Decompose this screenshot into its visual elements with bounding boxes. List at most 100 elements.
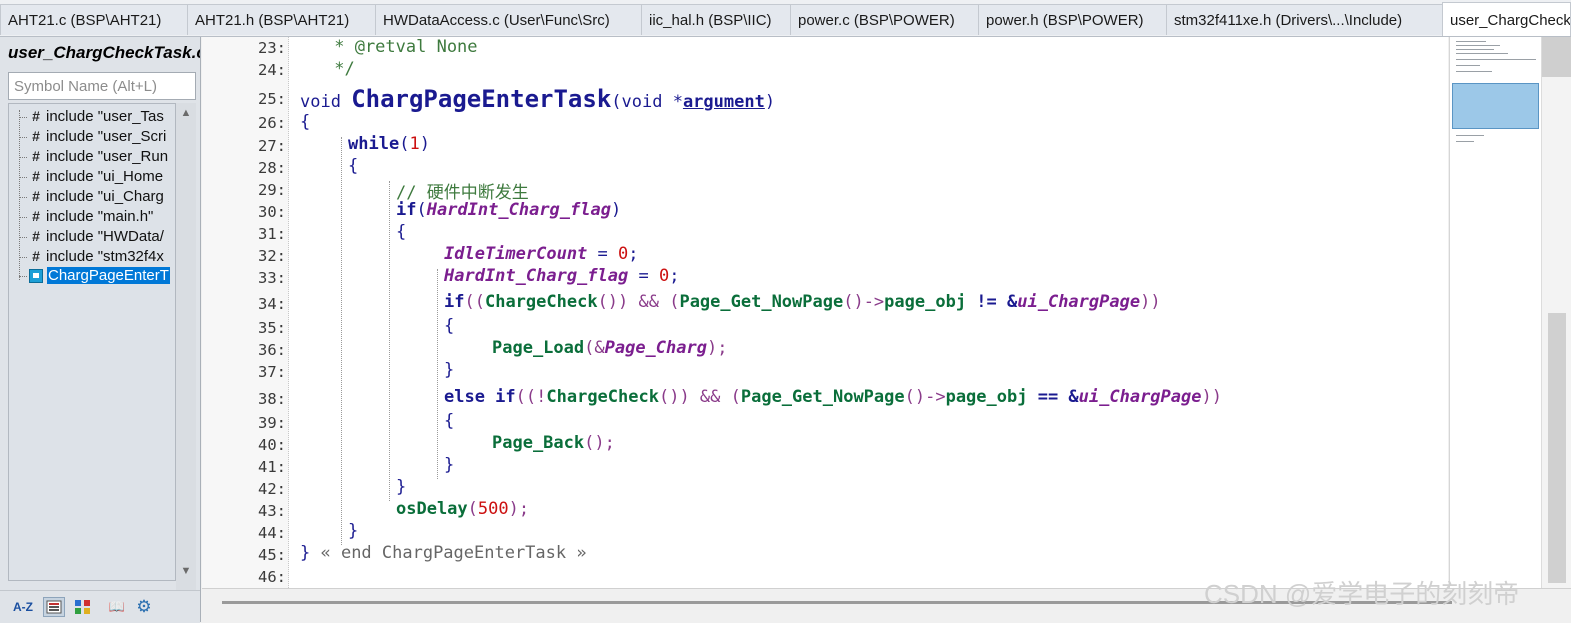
number-token: 500	[477, 499, 509, 519]
code-token: (&	[584, 338, 605, 358]
code-token: != &	[966, 292, 1018, 312]
editor-vscrollbar[interactable]	[1541, 37, 1571, 588]
include-icon: #	[32, 208, 40, 224]
variable-token: HardInt_Charg_flag	[426, 200, 611, 220]
line-number: 40:	[258, 436, 286, 454]
code-token: (	[399, 134, 410, 154]
code-line: IdleTimerCount = 0;	[444, 244, 639, 264]
code-token: =	[587, 244, 619, 264]
code-token: )	[764, 92, 776, 112]
scroll-down-icon[interactable]: ▼	[176, 565, 196, 577]
code-token: ()) && (	[658, 387, 741, 407]
minimap-viewport[interactable]	[1452, 83, 1539, 129]
code-token: ()) && (	[597, 292, 680, 312]
tab-power-c[interactable]: power.c (BSP\POWER)	[790, 4, 979, 35]
line-number: 28:	[258, 159, 286, 177]
keyword-token: if	[444, 292, 465, 312]
line-number: 41:	[258, 458, 286, 476]
variable-token: IdleTimerCount	[444, 244, 588, 264]
code-line: void ChargPageEnterTask(void *argument)	[300, 85, 775, 113]
keyword-token: if	[396, 200, 417, 220]
scroll-up-icon[interactable]: ▲	[176, 107, 196, 119]
line-number: 37:	[258, 363, 286, 381]
book-button[interactable]: 📖	[106, 597, 128, 617]
code-token: ();	[584, 433, 615, 453]
line-number: 45:	[258, 546, 286, 564]
line-number: 23:	[258, 39, 286, 57]
code-line: */	[324, 59, 355, 79]
symbol-item-include[interactable]: # include "user_Tas	[19, 106, 164, 126]
tab-aht21-h[interactable]: AHT21.h (BSP\AHT21)	[187, 4, 376, 35]
symbol-item-include[interactable]: # include "stm32f4x	[19, 246, 164, 266]
code-line: osDelay(500);	[396, 499, 529, 519]
symbol-item-include[interactable]: # include "HWData/	[19, 226, 164, 246]
symbol-panel-title: user_ChargCheckTask.c	[8, 43, 200, 62]
code-minimap[interactable]	[1449, 37, 1542, 588]
code-line: else if((!ChargeCheck()) && (Page_Get_No…	[444, 387, 1222, 407]
symbol-panel: user_ChargCheckTask.c #include "user_Tas…	[0, 37, 201, 623]
function-call-token: osDelay	[396, 499, 468, 519]
line-number: 46:	[258, 568, 286, 586]
code-token: ()->	[843, 292, 885, 312]
symbol-search-input[interactable]	[8, 72, 196, 100]
end-function-marker: « end ChargPageEnterTask »	[310, 543, 587, 563]
code-token: ((!	[515, 387, 547, 407]
symbol-item-include[interactable]: # include "user_Run	[19, 146, 168, 166]
code-token: ((	[464, 292, 485, 312]
symbol-item-function[interactable]: ChargPageEnterT	[19, 266, 170, 286]
code-token: (	[416, 200, 427, 220]
code-token: ))	[1140, 292, 1161, 312]
tab-stm32f411xe-h[interactable]: stm32f411xe.h (Drivers\...\Include)	[1166, 4, 1443, 35]
line-number: 31:	[258, 225, 286, 243]
line-number: 35:	[258, 319, 286, 337]
group-view-button[interactable]	[72, 597, 94, 617]
function-call-token: Page_Get_NowPage	[740, 387, 905, 407]
scrollbar-thumb[interactable]	[1548, 313, 1566, 583]
code-line: }	[396, 477, 407, 497]
group-view-icon	[75, 600, 90, 614]
code-token: ))	[1201, 387, 1222, 407]
line-number: 39:	[258, 414, 286, 432]
variable-token: HardInt_Charg_flag	[444, 266, 629, 286]
list-view-button[interactable]	[43, 597, 65, 617]
sort-az-button[interactable]: A-Z	[12, 597, 34, 617]
argument-token: argument	[682, 92, 765, 112]
symbol-item-include[interactable]: # include "ui_Home	[19, 166, 163, 186]
minimap-line	[1456, 141, 1474, 142]
symbol-item-include[interactable]: # include "ui_Charg	[19, 186, 164, 206]
line-number: 34:	[258, 295, 286, 313]
function-call-token: ChargeCheck	[484, 292, 598, 312]
symbol-item-include[interactable]: # include "user_Scri	[19, 126, 166, 146]
symbol-item-include[interactable]: # include "main.h"	[19, 206, 153, 226]
function-call-token: Page_Load	[492, 338, 585, 358]
code-line: {	[444, 411, 455, 431]
line-number: 42:	[258, 480, 286, 498]
keyword-token: void	[300, 92, 352, 112]
minimap-line	[1456, 49, 1494, 50]
tab-power-h[interactable]: power.h (BSP\POWER)	[978, 4, 1167, 35]
tab-user-chargchecktask-c[interactable]: user_ChargCheckTask.c	[1442, 2, 1571, 36]
member-token: page_obj	[945, 387, 1028, 407]
function-call-token: ChargeCheck	[546, 387, 659, 407]
settings-gear-button[interactable]: ⚙	[133, 597, 155, 617]
number-token: 1	[409, 134, 420, 154]
code-line: }	[348, 521, 359, 541]
code-line: }	[444, 360, 455, 380]
line-number-gutter: 23: 24: 25: 26: 27: 28: 29: 30: 31: 32: …	[202, 37, 289, 588]
minimap-line	[1456, 45, 1500, 46]
tab-aht21-c[interactable]: AHT21.c (BSP\AHT21)	[0, 4, 188, 35]
line-number: 32:	[258, 247, 286, 265]
tab-hwdataaccess-c[interactable]: HWDataAccess.c (User\Func\Src)	[375, 4, 642, 35]
tab-iic-hal-h[interactable]: iic_hal.h (BSP\IIC)	[641, 4, 791, 35]
minimap-line	[1456, 135, 1484, 136]
code-line: Page_Load(&Page_Charg);	[492, 338, 727, 358]
code-token: (	[467, 499, 478, 519]
code-editor[interactable]: 23: 24: 25: 26: 27: 28: 29: 30: 31: 32: …	[202, 37, 1448, 588]
indent-guide	[341, 137, 342, 545]
include-icon: #	[32, 248, 40, 264]
line-number: 38:	[258, 390, 286, 408]
symbol-tree-vscrollbar[interactable]: ▲ ▼	[176, 103, 196, 619]
minimap-line	[1456, 53, 1508, 54]
number-token: 0	[658, 266, 670, 286]
line-number: 33:	[258, 269, 286, 287]
